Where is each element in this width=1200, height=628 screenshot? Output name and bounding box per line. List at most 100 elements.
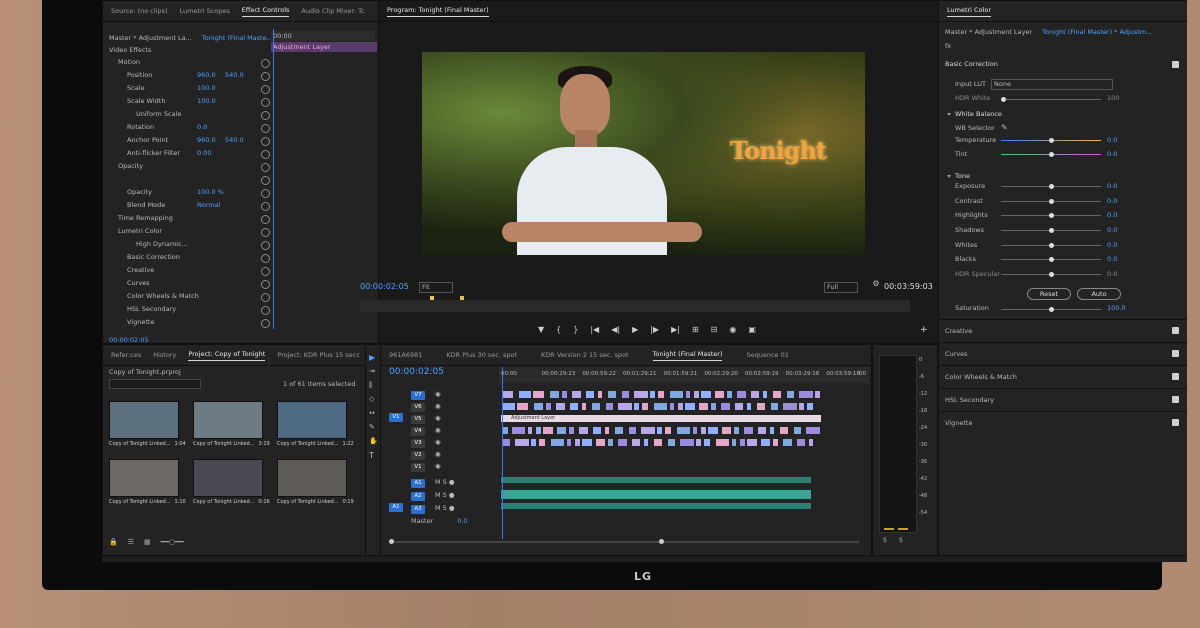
video-clip[interactable] — [517, 403, 528, 410]
comparison-icon[interactable]: ▣ — [748, 325, 756, 334]
adjustment-slider[interactable] — [1001, 152, 1101, 157]
tab-project-kdr[interactable]: Project: KDR Plus 15 secc — [277, 351, 360, 359]
video-clip[interactable] — [608, 439, 613, 446]
video-clip[interactable] — [734, 427, 739, 434]
hdr-white-slider[interactable] — [1001, 97, 1101, 102]
video-clip[interactable] — [543, 427, 553, 434]
ec-adjustment-clip[interactable]: Adjustment Layer — [271, 42, 377, 52]
reset-button[interactable]: Reset — [1027, 288, 1071, 300]
effect-row[interactable]: High Dynamic... — [136, 239, 234, 250]
video-clip[interactable] — [615, 427, 623, 434]
reset-icon[interactable] — [261, 124, 270, 133]
section-toggle[interactable] — [1172, 327, 1179, 334]
video-clip[interactable] — [799, 403, 804, 410]
lumetri-clip-path[interactable]: Master * Adjustment Layer — [945, 28, 1032, 36]
video-clip[interactable] — [807, 403, 813, 410]
project-thumbnail[interactable] — [109, 401, 179, 439]
video-clip[interactable] — [556, 403, 565, 410]
selection-tool-icon[interactable]: ▶ — [369, 353, 375, 362]
effect-row-value-2[interactable]: 540.0 — [225, 71, 244, 79]
zoom-slider-icon[interactable]: ━━○━━ — [161, 538, 184, 546]
slider-value[interactable]: 0.0 — [1107, 225, 1117, 236]
track-target[interactable]: A2 — [411, 492, 425, 501]
go-to-in-icon[interactable]: |◀ — [590, 325, 599, 334]
reset-icon[interactable] — [261, 72, 270, 81]
video-clip[interactable] — [757, 403, 765, 410]
eye-icon[interactable]: ◉ — [435, 426, 441, 434]
lock-icon[interactable]: 🔒 — [109, 538, 118, 546]
video-clip[interactable] — [747, 439, 757, 446]
effect-row[interactable]: Scale Width 100.0 — [127, 96, 225, 107]
tab-audio-clip-mixer[interactable]: Audio Clip Mixer: Tc — [301, 7, 364, 15]
video-clip[interactable] — [744, 427, 753, 434]
video-clip[interactable] — [685, 403, 695, 410]
tab-effect-controls[interactable]: Effect Controls — [241, 6, 290, 17]
video-clip[interactable] — [618, 403, 632, 410]
video-clip[interactable] — [503, 427, 508, 434]
video-clip[interactable] — [534, 403, 543, 410]
reset-icon[interactable] — [261, 202, 270, 211]
timeline-playhead[interactable] — [502, 367, 503, 539]
section-toggle[interactable] — [1172, 419, 1179, 426]
type-tool-icon[interactable]: T — [369, 451, 374, 460]
slider-knob[interactable] — [1049, 228, 1054, 233]
project-thumbnail[interactable] — [193, 401, 263, 439]
play-icon[interactable]: ▶ — [632, 325, 638, 334]
slider-knob[interactable] — [1049, 199, 1054, 204]
reset-icon[interactable] — [261, 267, 270, 276]
video-clip[interactable] — [686, 391, 690, 398]
video-clip[interactable] — [632, 439, 640, 446]
video-clip[interactable] — [657, 427, 662, 434]
effect-row[interactable]: Blend Mode Normal — [127, 200, 225, 211]
video-clip[interactable] — [650, 391, 655, 398]
video-clip[interactable] — [735, 403, 743, 410]
saturation-value[interactable]: 100.0 — [1107, 303, 1126, 314]
slider-knob[interactable] — [1049, 152, 1054, 157]
lumetri-section-header[interactable]: Creative — [939, 319, 1187, 342]
video-clip[interactable] — [515, 439, 529, 446]
slider-value[interactable]: 0.0 — [1107, 210, 1117, 221]
scroll-handle-right[interactable] — [659, 539, 664, 544]
lift-icon[interactable]: ⊞ — [692, 325, 699, 334]
video-track-header[interactable]: V3 ◉ — [411, 437, 441, 448]
track-target[interactable]: V1 — [411, 463, 425, 472]
video-clip[interactable] — [654, 439, 662, 446]
video-clip[interactable] — [586, 391, 594, 398]
adjustment-slider[interactable] — [1001, 213, 1101, 218]
sequence-name[interactable]: Tonight (Final Maste... — [202, 34, 273, 42]
adjustment-slider[interactable] — [1001, 243, 1101, 248]
reset-icon[interactable] — [261, 189, 270, 198]
effect-row-value-1[interactable]: 960.0 — [197, 70, 225, 81]
input-lut-dropdown[interactable]: None — [991, 79, 1113, 90]
video-clip[interactable] — [608, 391, 616, 398]
audio-track-header[interactable]: A1 M S ● — [411, 477, 455, 488]
video-clip[interactable] — [593, 427, 601, 434]
video-clip[interactable] — [696, 439, 701, 446]
source-patch-video[interactable]: V1 — [389, 413, 403, 422]
reset-icon[interactable] — [261, 163, 270, 172]
timeline-ruler[interactable]: 00:00 00:00:29:23 00:00:59:22 00:01:29:21 00… — [499, 367, 869, 383]
video-clip[interactable] — [693, 427, 697, 434]
settings-wrench-icon[interactable]: ⚙ — [872, 280, 880, 288]
video-clip[interactable] — [634, 391, 648, 398]
effect-row[interactable]: Scale 100.0 — [127, 83, 225, 94]
effect-row[interactable]: Anti-flicker Filter 0.00 — [127, 148, 225, 159]
section-toggle[interactable] — [1172, 373, 1179, 380]
ripple-edit-icon[interactable]: ⫼ — [369, 381, 372, 390]
effect-row-value-1[interactable]: 960.0 — [197, 135, 225, 146]
master-track[interactable]: Master 0.0 — [411, 516, 468, 527]
effect-row[interactable]: Creative — [127, 265, 225, 276]
adjustment-layer-clip[interactable]: Adjustment Layer — [501, 415, 821, 422]
video-clip[interactable] — [575, 439, 580, 446]
slider-knob[interactable] — [1049, 272, 1054, 277]
step-back-icon[interactable]: ◀| — [611, 325, 620, 334]
video-clip[interactable] — [665, 427, 671, 434]
video-track-header[interactable]: V4 ◉ — [411, 425, 441, 436]
video-clip[interactable] — [605, 427, 609, 434]
slider-value[interactable]: 0.0 — [1107, 149, 1117, 160]
video-clip[interactable] — [503, 391, 513, 398]
video-clip[interactable] — [539, 439, 545, 446]
effect-row[interactable]: Opacity — [118, 161, 216, 172]
timeline-scrollbar[interactable] — [389, 539, 859, 544]
tab-history[interactable]: History — [153, 351, 176, 359]
